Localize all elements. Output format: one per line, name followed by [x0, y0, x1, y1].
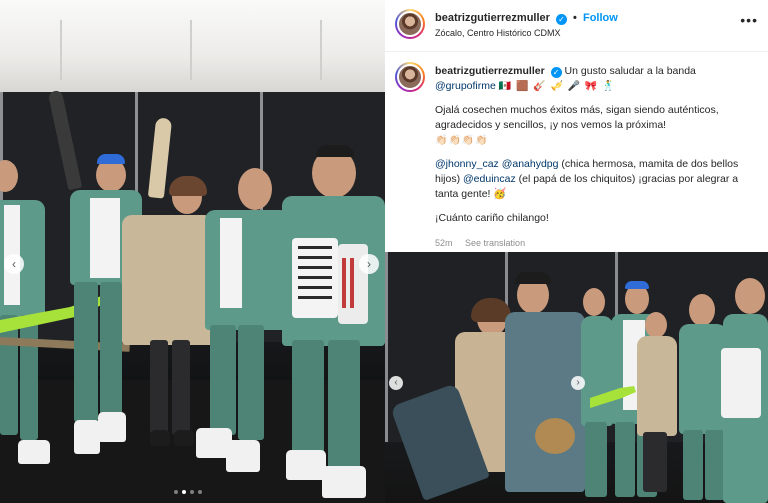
chevron-left-icon: ‹ — [394, 377, 398, 388]
username-link[interactable]: beatrizgutierrezmuller — [435, 12, 550, 24]
tent-ceiling — [0, 0, 385, 95]
carousel-dot[interactable] — [174, 490, 178, 494]
mention-link[interactable]: @jhonny_caz — [435, 158, 499, 170]
carousel-dot[interactable] — [198, 490, 202, 494]
carousel-dot[interactable] — [190, 490, 194, 494]
carousel-dot-active[interactable] — [182, 490, 186, 494]
accordion — [292, 238, 368, 324]
post-photo-main[interactable]: ‹ › — [0, 0, 385, 503]
caption-avatar[interactable] — [395, 62, 425, 92]
carousel-next-button[interactable]: › — [571, 376, 585, 390]
carousel-prev-button[interactable]: ‹ — [4, 254, 24, 274]
emoji-row: 🇲🇽 🟫 🎸 🎺 🎤 🎀 🕺 — [498, 81, 616, 92]
follow-button[interactable]: Follow — [583, 12, 618, 24]
post-header: beatrizgutierrezmuller ✓ • Follow Zócalo… — [385, 0, 768, 52]
caption-text: Un gusto saludar a la banda — [564, 65, 696, 77]
carousel-dots — [174, 490, 202, 494]
clap-emoji-row: 👏🏻👏🏻👏🏻👏🏻 — [435, 135, 489, 146]
post-photo-secondary[interactable]: ‹ › — [385, 252, 768, 503]
mention-link[interactable]: @grupofirme — [435, 80, 496, 92]
verified-badge-icon: ✓ — [555, 14, 567, 25]
post-detail-panel: beatrizgutierrezmuller ✓ • Follow Zócalo… — [385, 0, 768, 252]
verified-badge-icon: ✓ — [550, 67, 562, 78]
timestamp[interactable]: 52m — [435, 238, 453, 248]
post-meta: 52m See translation — [435, 238, 535, 248]
carousel-prev-button[interactable]: ‹ — [389, 376, 403, 390]
caption-text: Ojalá cosechen muchos éxitos más, sigan … — [435, 104, 719, 131]
chevron-left-icon: ‹ — [12, 257, 16, 271]
avatar[interactable] — [395, 9, 425, 39]
mention-link[interactable]: @anahydpg — [502, 158, 559, 170]
caption-username[interactable]: beatrizgutierrezmuller — [435, 65, 545, 77]
caption-closing: ¡Cuánto cariño chilango! — [435, 212, 549, 224]
guitar — [590, 386, 636, 408]
carousel-next-button[interactable]: › — [359, 254, 379, 274]
party-emoji: 🥳 — [493, 188, 507, 200]
post-caption: beatrizgutierrezmuller ✓ Un gusto saluda… — [435, 64, 760, 235]
more-options-icon[interactable]: ••• — [740, 12, 758, 28]
separator: • — [573, 12, 577, 24]
accordion — [721, 348, 761, 418]
chevron-right-icon: › — [367, 257, 371, 271]
see-translation-link[interactable]: See translation — [465, 238, 525, 248]
chevron-right-icon: › — [576, 377, 580, 388]
mention-link[interactable]: @eduincaz — [463, 173, 516, 185]
straw-hat — [535, 418, 575, 454]
location-link[interactable]: Zócalo, Centro Histórico CDMX — [435, 28, 561, 38]
